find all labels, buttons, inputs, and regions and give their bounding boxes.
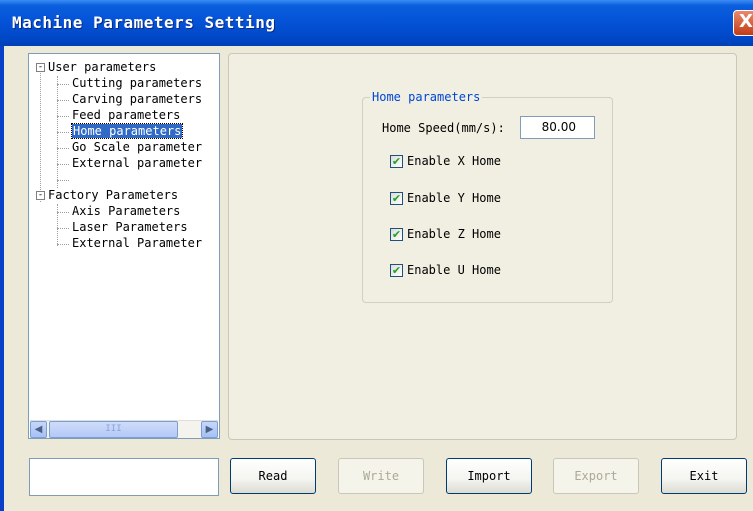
tree-item-axis-parameters[interactable]: Axis Parameters [72,203,180,219]
status-field [29,458,219,496]
arrow-left-icon: ◀ [34,424,43,435]
write-button[interactable]: Write [338,458,424,494]
checkmark-icon[interactable]: ✔ [390,264,403,277]
scroll-left-button[interactable]: ◀ [30,421,47,438]
scroll-right-button[interactable]: ▶ [201,421,218,438]
tree-item-feed-parameters[interactable]: Feed parameters [72,107,180,123]
tree-item-external-parameter[interactable]: External parameter [72,155,202,171]
tree-item-external-parameter-factory[interactable]: External Parameter [72,235,202,251]
tree-item-user-parameters[interactable]: User parameters [48,59,156,75]
tree-item-home-parameters[interactable]: Home parameters [70,123,184,139]
arrow-right-icon: ▶ [205,424,214,435]
close-icon: X [739,11,753,32]
tree-item-label: External parameter [72,156,203,170]
tree-item-label: External Parameter [72,236,203,250]
title-bar[interactable]: Machine Parameters Setting X [0,0,753,46]
checkmark-icon[interactable]: ✔ [390,228,403,241]
tree-item-label: Feed parameters [72,108,181,122]
home-speed-label: Home Speed(mm/s): [382,121,505,135]
tree-item-label: Cutting parameters [72,76,203,90]
export-button[interactable]: Export [553,458,639,494]
expander-factory-params[interactable]: - [36,191,45,200]
tree-item-cutting-parameters[interactable]: Cutting parameters [72,75,202,91]
tree-item-label: Carving parameters [72,92,203,106]
tree-item-go-scale-parameter[interactable]: Go Scale parameter [72,139,202,155]
close-button[interactable]: X [733,10,753,36]
group-title: Home parameters [370,90,483,104]
grip-icon: III [105,424,122,434]
tree-item-label: Home parameters [70,123,184,139]
tree-item-laser-parameters[interactable]: Laser Parameters [72,219,188,235]
tree-item-factory-parameters[interactable]: Factory Parameters [48,187,178,203]
checkbox-label: Enable Y Home [407,191,501,205]
scroll-thumb[interactable]: III [49,421,178,438]
collapse-icon: - [38,62,43,72]
tree-item-label: Go Scale parameter [72,140,203,154]
home-speed-input[interactable]: 80.00 [520,116,595,139]
import-button[interactable]: Import [446,458,532,494]
expander-user-params[interactable]: - [36,63,45,72]
tree-item-carving-parameters[interactable]: Carving parameters [72,91,202,107]
checkbox-label: Enable X Home [407,154,501,168]
tree-horizontal-scrollbar[interactable]: ◀ III ▶ [30,420,218,438]
tree-item-label: User parameters [48,60,157,74]
tree-item-label: Axis Parameters [72,204,181,218]
collapse-icon: - [38,190,43,200]
checkbox-label: Enable Z Home [407,227,501,241]
tree-item-label: Factory Parameters [48,188,179,202]
parameter-tree[interactable]: - User parameters Cutting parameters Car… [28,53,220,439]
window-title: Machine Parameters Setting [12,13,276,32]
checkmark-icon[interactable]: ✔ [390,155,403,168]
read-button[interactable]: Read [230,458,316,494]
exit-button[interactable]: Exit [661,458,747,494]
checkmark-icon[interactable]: ✔ [390,192,403,205]
checkbox-label: Enable U Home [407,263,501,277]
tree-item-label: Laser Parameters [72,220,188,234]
